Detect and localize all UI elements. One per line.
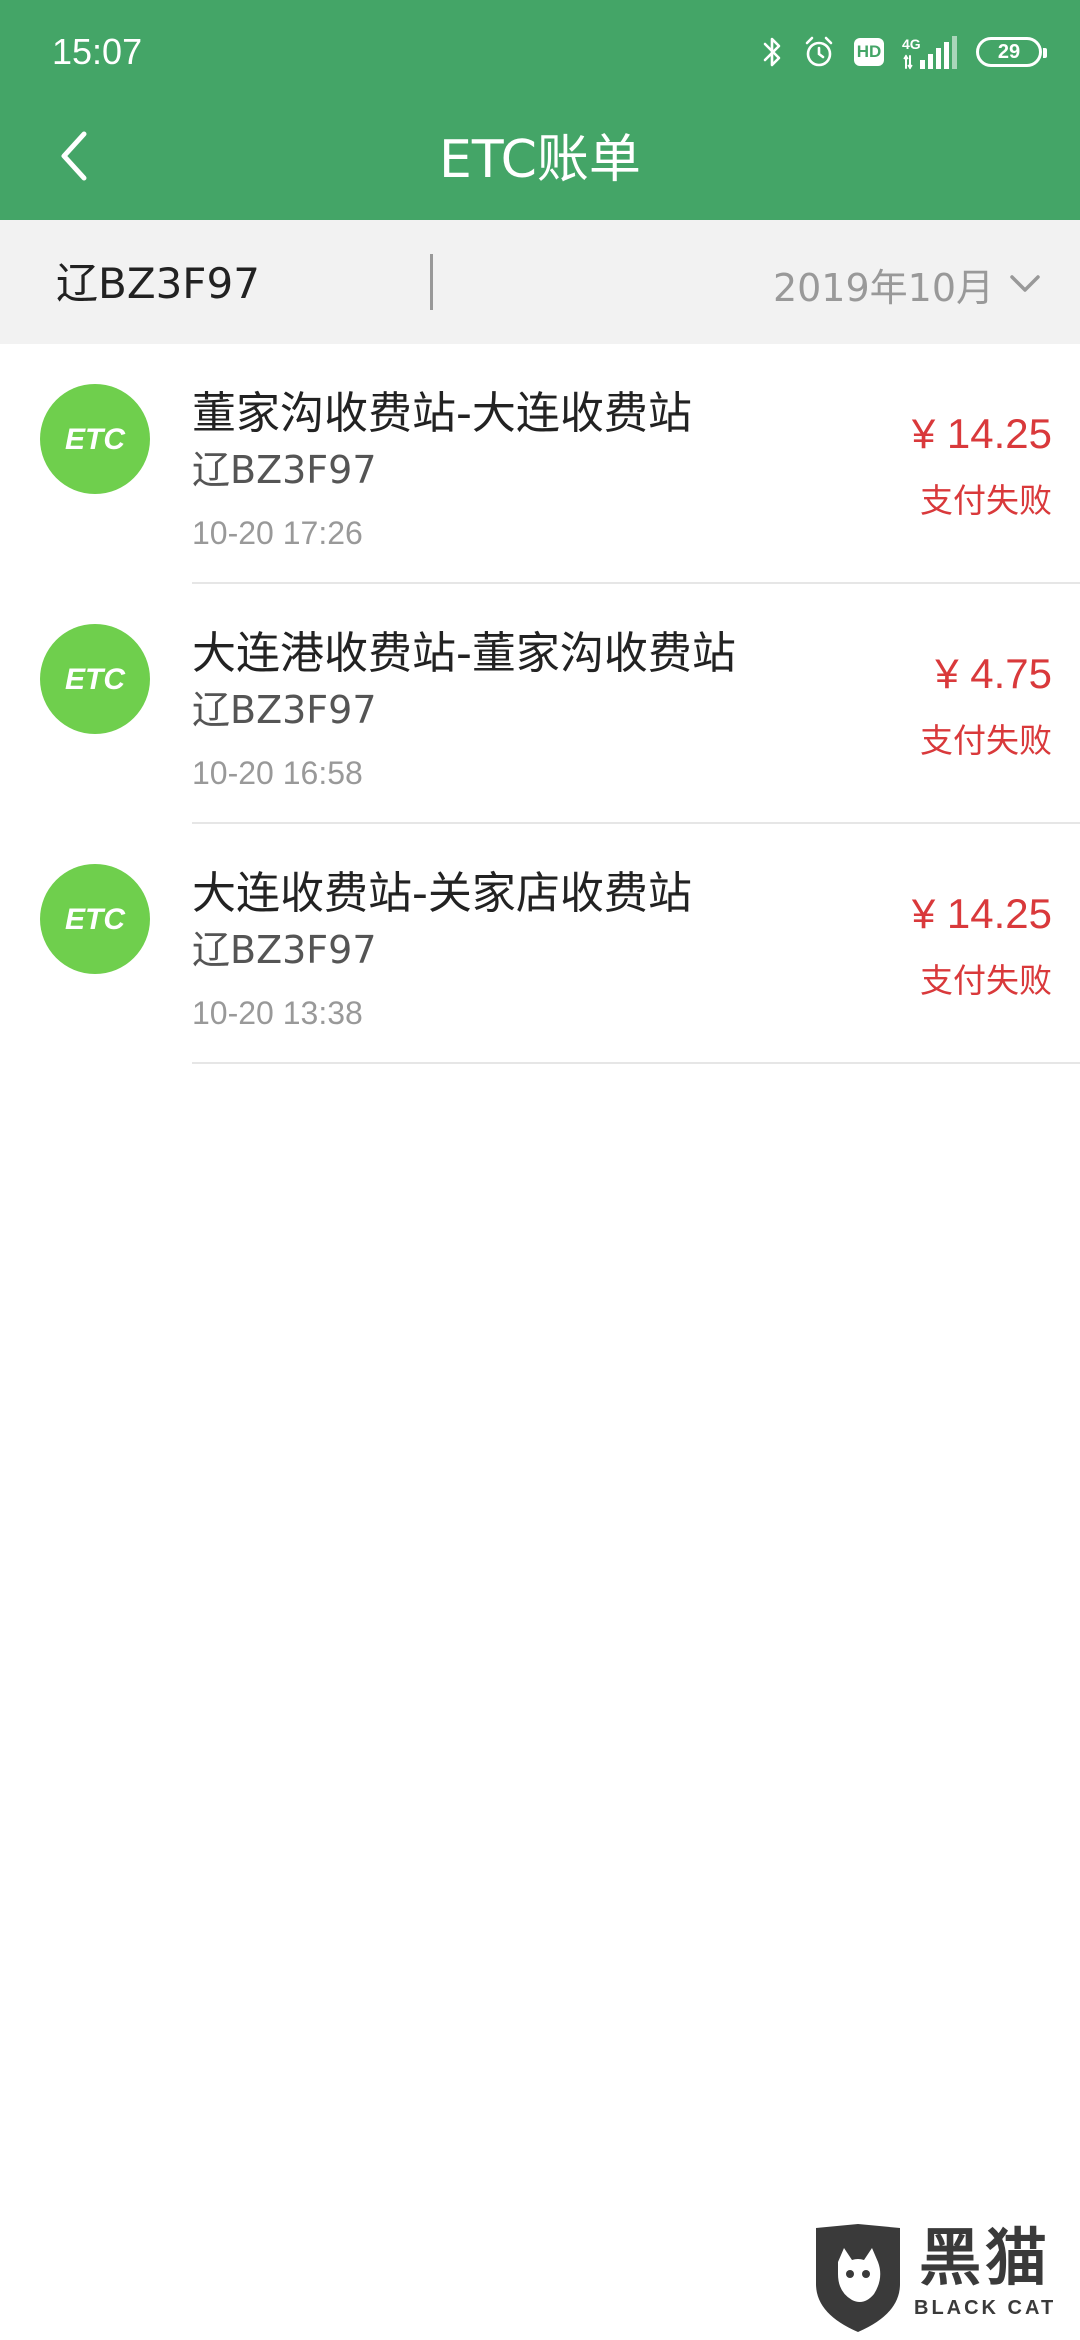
svg-text:ETC: ETC [65,903,126,936]
bluetooth-icon [762,35,784,69]
bill-row[interactable]: ETC 董家沟收费站-大连收费站 辽BZ3F97 10-20 17:26 ¥ 1… [0,344,1080,584]
bill-route: 董家沟收费站-大连收费站 [192,388,692,439]
bill-plate: 辽BZ3F97 [192,448,377,492]
app-header: 15:07 HD 4G 29 ETC账单 [0,0,1080,220]
status-icons: HD 4G 29 [762,26,1047,78]
etc-logo-icon: ETC [40,864,150,974]
bill-status: 支付失败 [920,481,1052,520]
bill-row[interactable]: ETC 大连收费站-关家店收费站 辽BZ3F97 10-20 13:38 ¥ 1… [0,824,1080,1064]
battery-icon: 29 [976,37,1047,67]
bill-list: ETC 董家沟收费站-大连收费站 辽BZ3F97 10-20 17:26 ¥ 1… [0,344,1080,1064]
plate-selector[interactable]: 辽BZ3F97 [56,256,260,312]
bill-time: 10-20 16:58 [192,755,363,791]
bill-status: 支付失败 [920,721,1052,760]
svg-text:ETC: ETC [65,663,126,696]
filter-divider [430,254,433,310]
month-label: 2019年10月 [772,265,994,310]
bill-amount: ¥ 4.75 [935,650,1052,697]
hd-icon: HD [854,38,884,66]
network-type: 4G [902,36,921,52]
black-cat-watermark: 黑猫 BLACK CAT [808,2222,1080,2340]
bill-plate: 辽BZ3F97 [192,688,377,732]
etc-logo-icon: ETC [40,384,150,494]
bill-status: 支付失败 [920,961,1052,1000]
bill-amount: ¥ 14.25 [911,410,1052,457]
cat-shield-icon [816,2224,900,2332]
etc-logo-icon: ETC [40,624,150,734]
bill-time: 10-20 13:38 [192,995,363,1031]
bill-row[interactable]: ETC 大连港收费站-董家沟收费站 辽BZ3F97 10-20 16:58 ¥ … [0,584,1080,824]
watermark-cn: 黑猫 [919,2221,1052,2294]
bill-route: 大连收费站-关家店收费站 [192,868,692,919]
watermark-en: BLACK CAT [914,2297,1057,2319]
chevron-down-icon [1010,275,1040,292]
bill-amount: ¥ 14.25 [911,890,1052,937]
filter-bar: 辽BZ3F97 2019年10月 [0,220,1080,344]
status-time: 15:07 [52,31,143,72]
month-selector[interactable]: 2019年10月 [773,256,1042,312]
bill-time: 10-20 17:26 [192,515,363,551]
row-divider [192,1062,1080,1064]
page-title: ETC账单 [439,130,641,190]
bill-plate: 辽BZ3F97 [192,928,377,972]
signal-icon: 4G [902,32,958,72]
bill-route: 大连港收费站-董家沟收费站 [192,628,736,679]
svg-text:ETC: ETC [65,423,126,456]
alarm-icon [802,35,836,69]
